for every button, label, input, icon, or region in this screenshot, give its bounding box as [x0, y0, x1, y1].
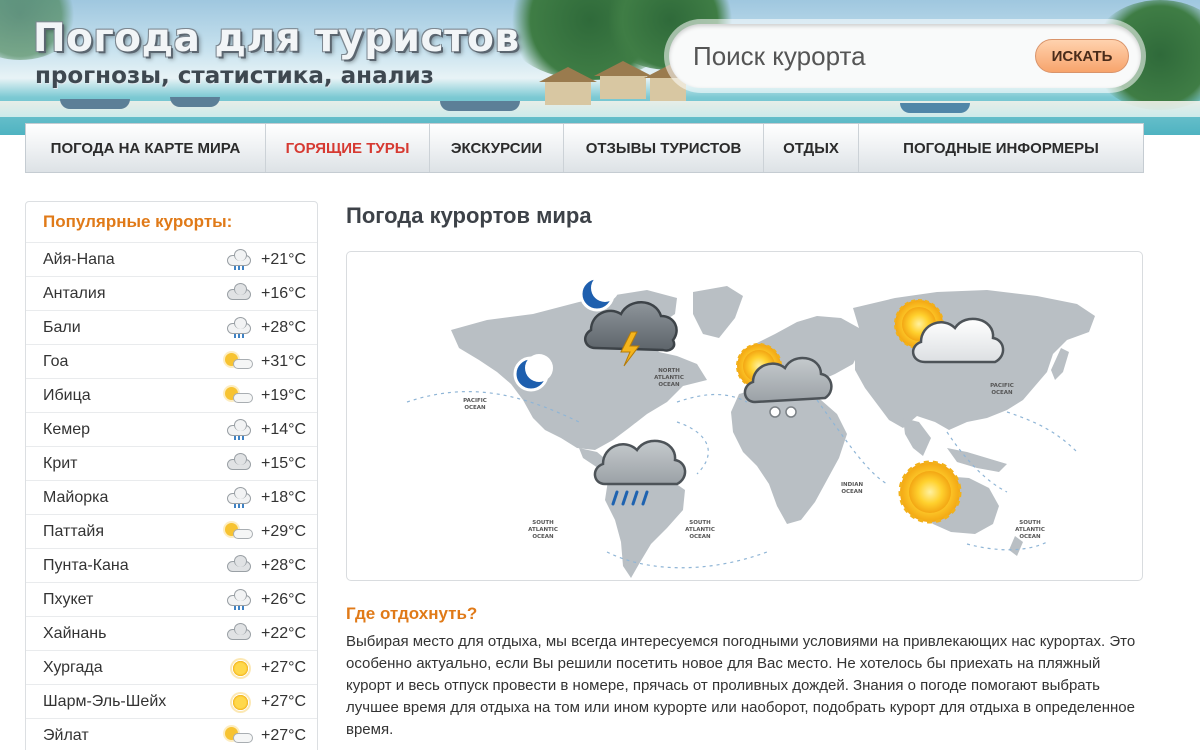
cloud-rain-icon	[225, 486, 253, 508]
search-input[interactable]	[693, 37, 1023, 75]
resort-temp: +19°C	[261, 386, 307, 404]
sun-cloud-icon	[225, 726, 253, 746]
resort-temp: +28°C	[261, 556, 307, 574]
ocean-label-south-atlantic-left: SOUTH ATLANTIC OCEAN	[528, 520, 558, 540]
resort-row[interactable]: Хайнань +22°C	[26, 616, 317, 650]
sidebar-title: Популярные курорты:	[43, 212, 233, 231]
se-asia-islands-shape	[947, 448, 1007, 472]
resort-row[interactable]: Майорка +18°C	[26, 480, 317, 514]
resort-row[interactable]: Паттайя +29°C	[26, 514, 317, 548]
resort-temp: +31°C	[261, 352, 307, 370]
nav-item-excursions[interactable]: ЭКСКУРСИИ	[430, 124, 564, 172]
resort-list: Айя-Напа +21°C Анталия +16°C Бали +28°C Гоа +31…	[26, 242, 317, 750]
search-button[interactable]: ИСКАТЬ	[1035, 39, 1129, 73]
cloud-rain-icon	[225, 316, 253, 338]
site-header: Погода для туристов прогнозы, статистика…	[0, 0, 1200, 135]
resort-row[interactable]: Пунта-Кана +28°C	[26, 548, 317, 582]
resort-temp: +27°C	[261, 658, 307, 676]
page-title: Погода курортов мира	[346, 203, 592, 228]
nav-item-hot-tours[interactable]: ГОРЯЩИЕ ТУРЫ	[266, 124, 430, 172]
resort-temp: +26°C	[261, 590, 307, 608]
resort-temp: +22°C	[261, 624, 307, 642]
ocean-label-south-atlantic-right: SOUTH ATLANTIC OCEAN	[1015, 520, 1045, 540]
resort-name[interactable]: Бали	[43, 319, 225, 337]
nav-item-weather-map[interactable]: ПОГОДА НА КАРТЕ МИРА	[26, 124, 266, 172]
resort-temp: +14°C	[261, 420, 307, 438]
ocean-label-north-atlantic: NORTH ATLANTIC OCEAN	[654, 368, 684, 388]
cloud-icon	[225, 452, 253, 474]
resort-name[interactable]: Крит	[43, 455, 225, 473]
resort-row[interactable]: Кемер +14°C	[26, 412, 317, 446]
resort-row[interactable]: Эйлат +27°C	[26, 718, 317, 750]
resort-row[interactable]: Бали +28°C	[26, 310, 317, 344]
resort-name[interactable]: Паттайя	[43, 523, 225, 541]
popular-resorts-panel: Популярные курорты: Айя-Напа +21°C Анталия…	[25, 201, 318, 750]
resort-row[interactable]: Шарм-Эль-Шейх +27°C	[26, 684, 317, 718]
section-title: Где отдохнуть?	[346, 604, 478, 623]
resort-name[interactable]: Кемер	[43, 421, 225, 439]
sun-cloud-icon	[225, 386, 253, 406]
resort-temp: +28°C	[261, 318, 307, 336]
resort-temp: +15°C	[261, 454, 307, 472]
sun-cloud-icon	[225, 522, 253, 542]
sun-cloud-icon	[225, 352, 253, 372]
cloud-rain-icon	[225, 248, 253, 270]
boat-decor	[170, 97, 220, 107]
resort-row[interactable]: Гоа +31°C	[26, 344, 317, 378]
resort-name[interactable]: Пунта-Кана	[43, 557, 225, 575]
resort-name[interactable]: Айя-Напа	[43, 251, 225, 269]
india-shape	[903, 418, 931, 456]
resort-name[interactable]: Гоа	[43, 353, 225, 371]
resort-name[interactable]: Эйлат	[43, 727, 225, 745]
resort-row[interactable]: Пхукет +26°C	[26, 582, 317, 616]
ocean-label-indian: INDIAN OCEAN	[841, 482, 864, 495]
hut-decor	[594, 61, 652, 99]
resort-name[interactable]: Шарм-Эль-Шейх	[43, 693, 225, 711]
resort-temp: +29°C	[261, 522, 307, 540]
resort-temp: +21°C	[261, 250, 307, 268]
resort-name[interactable]: Анталия	[43, 285, 225, 303]
resort-row[interactable]: Крит +15°C	[26, 446, 317, 480]
cloud-icon	[225, 282, 253, 304]
cloud-icon	[225, 554, 253, 576]
nav-item-rest[interactable]: ОТДЫХ	[764, 124, 859, 172]
nav-item-informers[interactable]: ПОГОДНЫЕ ИНФОРМЕРЫ	[859, 124, 1143, 172]
resort-row[interactable]: Айя-Напа +21°C	[26, 242, 317, 276]
world-map-graphic: PACIFIC OCEAN NORTH ATLANTIC OCEAN PACIFIC O…	[406, 274, 1095, 578]
boat-decor	[900, 103, 970, 113]
resort-name[interactable]: Майорка	[43, 489, 225, 507]
boat-decor	[440, 101, 520, 111]
resort-temp: +27°C	[261, 692, 307, 710]
cloud-icon	[225, 622, 253, 644]
resort-name[interactable]: Хургада	[43, 659, 225, 677]
ocean-label-south-atlantic-mid: SOUTH ATLANTIC OCEAN	[685, 520, 715, 540]
resort-temp: +18°C	[261, 488, 307, 506]
main-nav: ПОГОДА НА КАРТЕ МИРА ГОРЯЩИЕ ТУРЫ ЭКСКУР…	[25, 123, 1144, 173]
greenland-shape	[693, 286, 743, 338]
resort-name[interactable]: Ибица	[43, 387, 225, 405]
boat-decor	[60, 99, 130, 109]
world-weather-map[interactable]: PACIFIC OCEAN NORTH ATLANTIC OCEAN PACIFIC O…	[346, 251, 1143, 581]
search-box: ИСКАТЬ	[669, 24, 1141, 88]
site-logo-subtitle: прогнозы, статистика, анализ	[35, 63, 434, 89]
resort-row[interactable]: Ибица +19°C	[26, 378, 317, 412]
sun-icon	[225, 692, 253, 712]
site-logo-title[interactable]: Погода для туристов	[33, 16, 520, 61]
section-text: Выбирая место для отдыха, мы всегда инте…	[346, 633, 1136, 738]
sun-icon	[225, 658, 253, 678]
nav-item-reviews[interactable]: ОТЗЫВЫ ТУРИСТОВ	[564, 124, 764, 172]
resort-name[interactable]: Пхукет	[43, 591, 225, 609]
hut-decor	[539, 67, 597, 105]
ocean-label-pacific-right: PACIFIC OCEAN	[990, 383, 1014, 396]
resort-temp: +27°C	[261, 726, 307, 744]
resort-temp: +16°C	[261, 284, 307, 302]
cloud-rain-icon	[225, 588, 253, 610]
resort-name[interactable]: Хайнань	[43, 625, 225, 643]
resort-row[interactable]: Анталия +16°C	[26, 276, 317, 310]
cloud-rain-icon	[225, 418, 253, 440]
ocean-label-pacific-left: PACIFIC OCEAN	[463, 398, 487, 411]
resort-row[interactable]: Хургада +27°C	[26, 650, 317, 684]
sun-icon[interactable]	[898, 460, 962, 524]
